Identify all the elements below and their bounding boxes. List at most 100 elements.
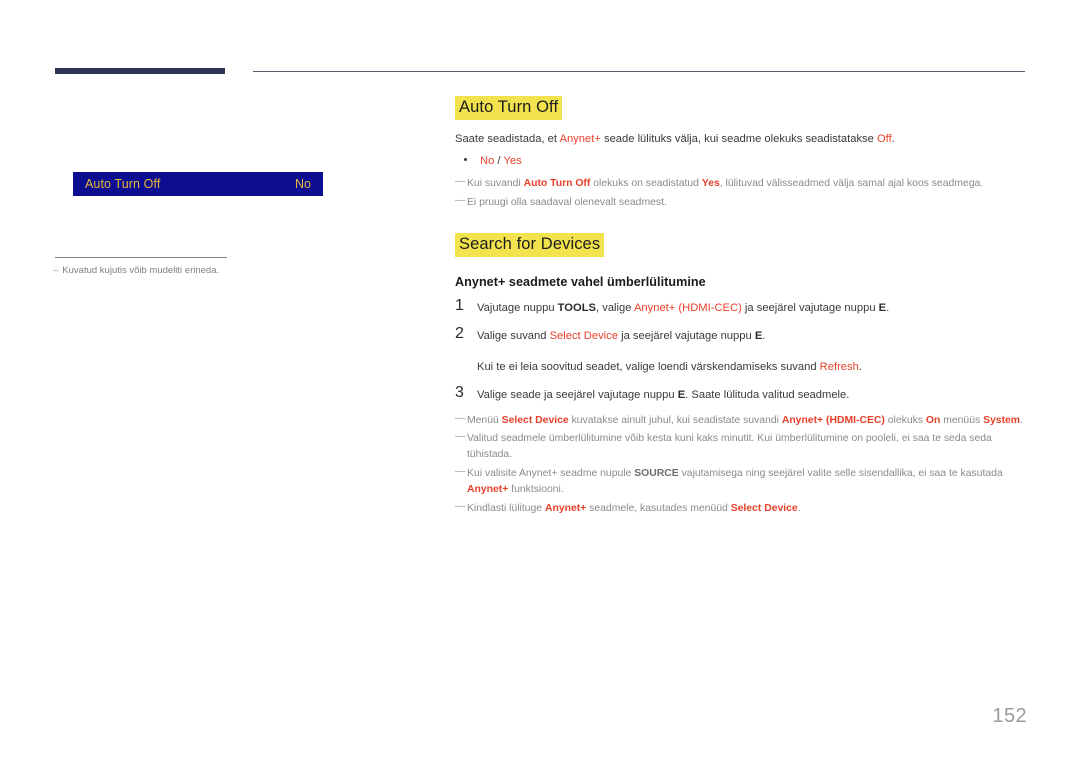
note-item: — Kui suvandi Auto Turn Off olekuks on se… [455, 176, 1027, 192]
note-dash-icon: — [455, 412, 466, 424]
paragraph-fragment: Saate seadistada, et [455, 133, 560, 146]
note-fragment: . [797, 502, 801, 514]
note-text: Kindlasti lülituge Anynet+ seadmele, kas… [467, 501, 1027, 517]
note-fragment: Valitud seadmele ümberlülitumine võib ke… [467, 433, 992, 461]
note-dash-icon: — [455, 500, 466, 512]
section-subheading: Anynet+ seadmete vahel ümberlülitumine [455, 275, 706, 290]
section-heading: Auto Turn Off [455, 96, 563, 121]
numbered-step: 1 Vajutage nuppu TOOLS, valige Anynet+ (H… [455, 298, 1027, 317]
page-number: 152 [992, 705, 1027, 727]
note-fragment[interactable]: Anynet+ (HDMI-CEC) [782, 415, 885, 426]
step-fragment[interactable]: Select Device [550, 330, 618, 342]
option-bullet-item: No / Yes [455, 155, 1027, 167]
step-number: 1 [455, 297, 464, 315]
paragraph-fragment: . [891, 133, 895, 146]
note-text: Kui suvandi Auto Turn Off olekuks on sea… [467, 176, 1027, 192]
note-fragment: seadmele, kasutades menüüd [586, 502, 731, 514]
section-paragraph: Saate seadistada, et Anynet+ seade lülit… [455, 131, 1027, 148]
note-text: Menüü Select Device kuvatakse ainult juh… [467, 413, 1027, 429]
step-fragment: , valige [596, 302, 634, 315]
step-number: 3 [455, 383, 464, 401]
notes-list: — Menüü Select Device kuvatakse ainult ju… [455, 413, 1027, 517]
note-fragment: funktsiooni. [508, 483, 564, 495]
header-accent-bar [55, 68, 225, 74]
page-header [0, 0, 1080, 90]
step-text: Valige seade ja seejärel vajutage nuppu … [477, 385, 1027, 404]
left-note-divider [55, 257, 227, 258]
note-fragment: Menüü [467, 414, 502, 426]
note-dash-icon: — [455, 195, 466, 207]
note-fragment: Kui valisite Anynet+ seadme nupule [467, 467, 635, 479]
note-fragment: vajutamisega ning seejärel valite selle … [678, 467, 1003, 479]
note-fragment: olekuks [884, 414, 926, 426]
note-item: — Valitud seadmele ümberlülitumine võib k… [455, 431, 1027, 463]
note-text: Ei pruugi olla saadaval olenevalt seadme… [467, 195, 1027, 211]
note-item: — Menüü Select Device kuvatakse ainult ju… [455, 413, 1027, 429]
section-heading-wrapper: Auto Turn Off [455, 96, 1027, 121]
sections-container: Auto Turn Off Saate seadistada, et Anynet… [455, 96, 1027, 516]
bullet-fragment[interactable]: Yes [503, 155, 521, 167]
note-fragment: olekuks on seadistatud [590, 178, 702, 190]
note-fragment[interactable]: System [983, 415, 1020, 426]
osd-menu-row-auto-turn-off[interactable]: Auto Turn Off No [73, 172, 323, 196]
osd-menu-label: Auto Turn Off [85, 177, 161, 191]
note-fragment: , lülituvad välisseadmed välja samal aja… [719, 178, 984, 190]
note-dash-icon: – [53, 265, 59, 276]
note-item: — Ei pruugi olla saadaval olenevalt seadm… [455, 195, 1027, 211]
section-heading-wrapper: Search for Devices [455, 232, 1027, 258]
left-illustration-column: Auto Turn Off No – Kuvatud kujutis võib … [0, 90, 440, 710]
step-fragment: E [878, 302, 887, 315]
step-fragment: TOOLS [557, 302, 597, 315]
substep-fragment: . [858, 360, 862, 373]
numbered-steps-list: 1 Vajutage nuppu TOOLS, valige Anynet+ (H… [455, 298, 1027, 403]
paragraph-fragment[interactable]: Off [877, 133, 892, 145]
bullet-dot-icon [464, 158, 467, 162]
osd-menu-value: No [295, 177, 311, 191]
note-fragment[interactable]: Select Device [502, 415, 569, 426]
step-fragment: Vajutage nuppu [477, 302, 558, 315]
step-text: Valige suvand Select Device ja seejärel … [477, 326, 1027, 345]
content-section: Search for Devices Anynet+ seadmete vahel… [455, 232, 1027, 517]
substep-fragment: Kui te ei leia soovitud seadet, valige l… [477, 360, 820, 373]
numbered-step: 3 Valige seade ja seejärel vajutage nuppu… [455, 383, 1027, 404]
note-fragment[interactable]: Anynet+ [545, 503, 586, 514]
note-fragment: kuvatakse ainult juhul, kui seadistate s… [568, 414, 782, 426]
note-fragment: Kui suvandi [467, 178, 524, 190]
note-fragment[interactable]: Select Device [731, 503, 798, 514]
note-fragment[interactable]: Auto Turn Off [524, 178, 591, 189]
step-fragment[interactable]: Anynet+ (HDMI-CEC) [634, 302, 742, 314]
numbered-step: 2 Valige suvand Select Device ja seejärel… [455, 325, 1027, 345]
step-fragment: Valige seade ja seejärel vajutage nuppu [477, 388, 678, 401]
note-item: — Kindlasti lülituge Anynet+ seadmele, ka… [455, 501, 1027, 517]
note-dash-icon: — [455, 176, 466, 188]
left-column-note: – Kuvatud kujutis võib mudeliti erineda. [53, 264, 383, 278]
paragraph-fragment: seade lülituks välja, kui seadme olekuks… [600, 133, 877, 146]
step-fragment: . [762, 330, 766, 343]
step-fragment: . Saate lülituda valitud seadmele. [685, 388, 850, 401]
step-text: Vajutage nuppu TOOLS, valige Anynet+ (HD… [477, 298, 1027, 317]
step-fragment: ja seejärel vajutage nuppu [741, 302, 879, 315]
bullet-fragment[interactable]: No [480, 155, 494, 167]
option-bullet-text: No / Yes [480, 155, 522, 167]
section-heading: Search for Devices [455, 232, 605, 258]
note-fragment[interactable]: Anynet+ [467, 484, 508, 495]
note-fragment: . [1020, 414, 1023, 426]
note-fragment: SOURCE [634, 467, 679, 479]
step-fragment: ja seejärel vajutage nuppu [617, 330, 755, 343]
step-substep-text: Kui te ei leia soovitud seadet, valige l… [477, 359, 1027, 376]
paragraph-fragment[interactable]: Anynet+ [560, 133, 601, 145]
note-text: Valitud seadmele ümberlülitumine võib ke… [467, 431, 1027, 463]
content-section: Auto Turn Off Saate seadistada, et Anynet… [455, 96, 1027, 211]
note-fragment: Kindlasti lülituge [467, 502, 545, 514]
step-number: 2 [455, 325, 464, 343]
substep-fragment[interactable]: Refresh [820, 361, 859, 373]
note-fragment[interactable]: On [926, 415, 940, 426]
note-item: — Kui valisite Anynet+ seadme nupule SOUR… [455, 466, 1027, 498]
note-fragment: Ei pruugi olla saadaval olenevalt seadme… [467, 197, 667, 209]
note-fragment: menüüs [940, 414, 984, 426]
note-fragment[interactable]: Yes [702, 178, 720, 189]
step-fragment: . [886, 302, 890, 315]
step-fragment: Valige suvand [477, 330, 550, 343]
note-dash-icon: — [455, 465, 466, 477]
notes-list: — Kui suvandi Auto Turn Off olekuks on se… [455, 176, 1027, 211]
